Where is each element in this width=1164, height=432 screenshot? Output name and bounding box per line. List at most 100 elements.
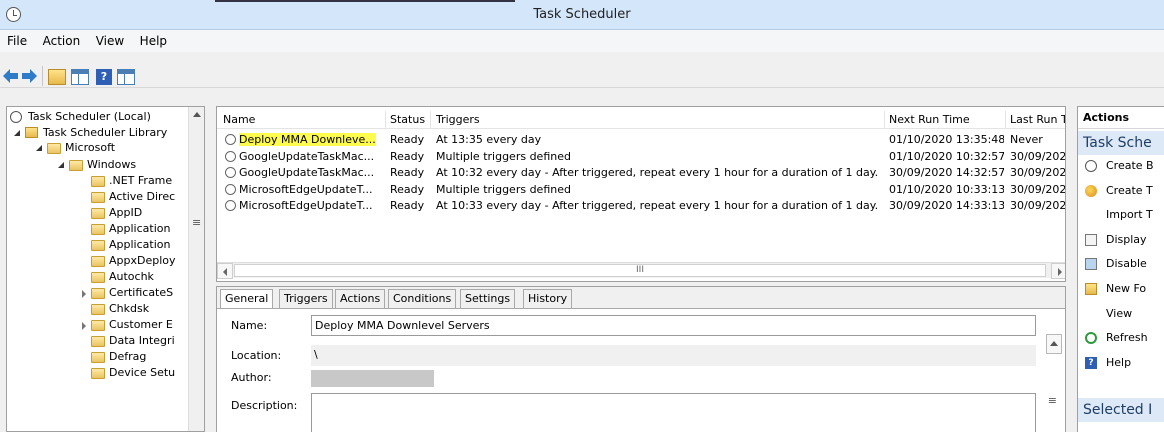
folder-icon xyxy=(91,272,105,283)
collapsed-arrow-icon[interactable] xyxy=(82,322,86,330)
name-label: Name: xyxy=(231,319,268,332)
action-item[interactable]: ? Help xyxy=(1078,353,1164,373)
expanded-arrow-icon[interactable] xyxy=(14,130,20,136)
scroll-right-icon[interactable] xyxy=(1051,263,1065,279)
folder-icon xyxy=(91,320,105,331)
action-item[interactable]: Create B xyxy=(1078,156,1164,176)
menu-action[interactable]: Action xyxy=(38,30,86,52)
tree-item-label: Windows xyxy=(87,158,137,171)
description-label: Description: xyxy=(231,399,298,412)
tree-item-label: AppxDeploy xyxy=(109,254,176,267)
task-status-cell: Ready xyxy=(390,198,430,214)
folder-icon xyxy=(91,304,105,315)
scroll-up-icon[interactable] xyxy=(193,112,201,117)
tree-vertical-scrollbar[interactable]: ≡ xyxy=(188,107,204,431)
action-item-label: Help xyxy=(1106,355,1132,369)
task-clock-icon xyxy=(225,134,236,145)
column-divider[interactable] xyxy=(1005,111,1006,129)
clock-icon xyxy=(10,111,22,123)
folder-icon xyxy=(91,368,105,379)
table-row[interactable]: GoogleUpdateTaskMac... Ready At 10:32 ever… xyxy=(217,165,1065,181)
action-item[interactable]: Create T xyxy=(1078,181,1164,201)
task-last-run-cell-text: 30/09/2020 xyxy=(1010,182,1066,196)
tab-actions[interactable]: Actions xyxy=(335,289,386,309)
tab-settings[interactable]: Settings xyxy=(460,289,516,309)
tree-item-label: Autochk xyxy=(109,270,154,283)
task-status-cell: Ready xyxy=(390,132,430,148)
tree-item-label: Task Scheduler (Local) xyxy=(28,110,151,123)
action-item[interactable]: View xyxy=(1078,304,1164,324)
folder-icon xyxy=(47,143,61,154)
task-clock-icon xyxy=(225,183,236,195)
scroll-thumb[interactable]: III xyxy=(234,264,1046,277)
create-task-icon xyxy=(1085,184,1097,197)
folder-icon xyxy=(91,336,105,347)
scroll-grip-icon[interactable]: ≡ xyxy=(192,216,201,229)
new-folder-icon xyxy=(1085,283,1097,295)
location-field[interactable]: \ xyxy=(311,345,1036,366)
task-triggers-cell-text: Multiple triggers defined xyxy=(436,149,571,163)
collapsed-arrow-icon[interactable] xyxy=(82,290,86,298)
task-list-horizontal-scrollbar[interactable]: III xyxy=(217,262,1065,279)
column-divider[interactable] xyxy=(884,111,885,129)
action-item-label: Create T xyxy=(1106,183,1153,197)
back-arrow-icon[interactable] xyxy=(3,69,19,83)
table-row[interactable]: Deploy MMA Downleve... Ready At 13:35 ever… xyxy=(217,132,1065,148)
task-triggers-cell-text: At 10:33 every day - After triggered, re… xyxy=(436,199,879,212)
refresh-icon xyxy=(1085,332,1097,345)
actions-pane-header: Actions xyxy=(1078,107,1164,129)
table-row[interactable]: GoogleUpdateTaskMac... Ready Multiple trig… xyxy=(217,149,1065,165)
menu-help[interactable]: Help xyxy=(135,30,172,52)
tree-item-label: Defrag xyxy=(109,350,147,363)
column-header-last-run-time[interactable]: Last Run T xyxy=(1010,113,1065,127)
folder-icon xyxy=(91,288,105,299)
task-triggers-cell: At 10:33 every day - After triggered, re… xyxy=(436,198,883,214)
library-icon xyxy=(25,127,38,138)
up-folder-icon[interactable] xyxy=(48,69,66,85)
task-triggers-cell-text: Multiple triggers defined xyxy=(436,182,571,196)
menu-file[interactable]: File xyxy=(2,30,32,52)
scroll-grip-icon[interactable]: ≡ xyxy=(1048,394,1057,407)
show-hide-action-pane-icon[interactable] xyxy=(117,69,135,85)
task-triggers-cell: Multiple triggers defined xyxy=(436,182,883,198)
task-name-cell: Deploy MMA Downleve... xyxy=(239,132,383,148)
action-item[interactable]: Display xyxy=(1078,230,1164,250)
author-field[interactable] xyxy=(311,370,434,387)
table-row[interactable]: MicrosoftEdgeUpdateT... Ready At 10:33 eve… xyxy=(217,198,1065,214)
column-divider[interactable] xyxy=(385,111,386,129)
action-item[interactable]: New Fo xyxy=(1078,279,1164,299)
column-header-next-run-time[interactable]: Next Run Time xyxy=(889,113,970,127)
table-row[interactable]: MicrosoftEdgeUpdateT... Ready Multiple tri… xyxy=(217,182,1066,198)
action-item[interactable]: Refresh xyxy=(1078,328,1164,348)
actions-section-selected-item[interactable]: Selected I xyxy=(1078,398,1164,422)
forward-arrow-icon[interactable] xyxy=(21,69,37,83)
action-item[interactable]: Disable xyxy=(1078,254,1164,274)
actions-section-task-scheduler[interactable]: Task Sche xyxy=(1078,131,1164,155)
scroll-up-icon[interactable] xyxy=(1046,334,1062,354)
actions-pane: Actions Task Sche Create B Create T Import… xyxy=(1077,106,1164,432)
tab-history[interactable]: History xyxy=(523,289,573,309)
tab-triggers[interactable]: Triggers xyxy=(279,289,333,309)
task-name-field[interactable]: Deploy MMA Downlevel Servers xyxy=(311,315,1036,336)
tree-item-label: .NET Frame xyxy=(109,174,173,187)
show-hide-tree-icon[interactable] xyxy=(71,69,89,85)
help-icon: ? xyxy=(1085,356,1097,369)
menu-view[interactable]: View xyxy=(91,30,129,52)
folder-icon xyxy=(91,176,105,187)
task-next-run-cell-text: 01/10/2020 10:33:13 xyxy=(889,182,1004,196)
column-header-triggers[interactable]: Triggers xyxy=(436,113,480,127)
task-name-cell-text: GoogleUpdateTaskMac... xyxy=(239,149,375,163)
action-item[interactable]: Import T xyxy=(1078,205,1164,225)
scroll-left-icon[interactable] xyxy=(217,263,233,279)
description-field[interactable] xyxy=(311,393,1036,432)
tab-conditions[interactable]: Conditions xyxy=(388,289,457,309)
tree-item-label: Microsoft xyxy=(65,141,116,154)
column-header-name[interactable]: Name xyxy=(223,113,255,127)
help-icon[interactable]: ? xyxy=(96,69,112,85)
task-last-run-cell: 30/09/2020 xyxy=(1010,149,1065,165)
expanded-arrow-icon[interactable] xyxy=(58,162,64,168)
column-divider[interactable] xyxy=(430,111,431,129)
column-header-status[interactable]: Status xyxy=(390,113,425,127)
expanded-arrow-icon[interactable] xyxy=(36,145,42,151)
task-name-cell: GoogleUpdateTaskMac... xyxy=(239,149,383,165)
